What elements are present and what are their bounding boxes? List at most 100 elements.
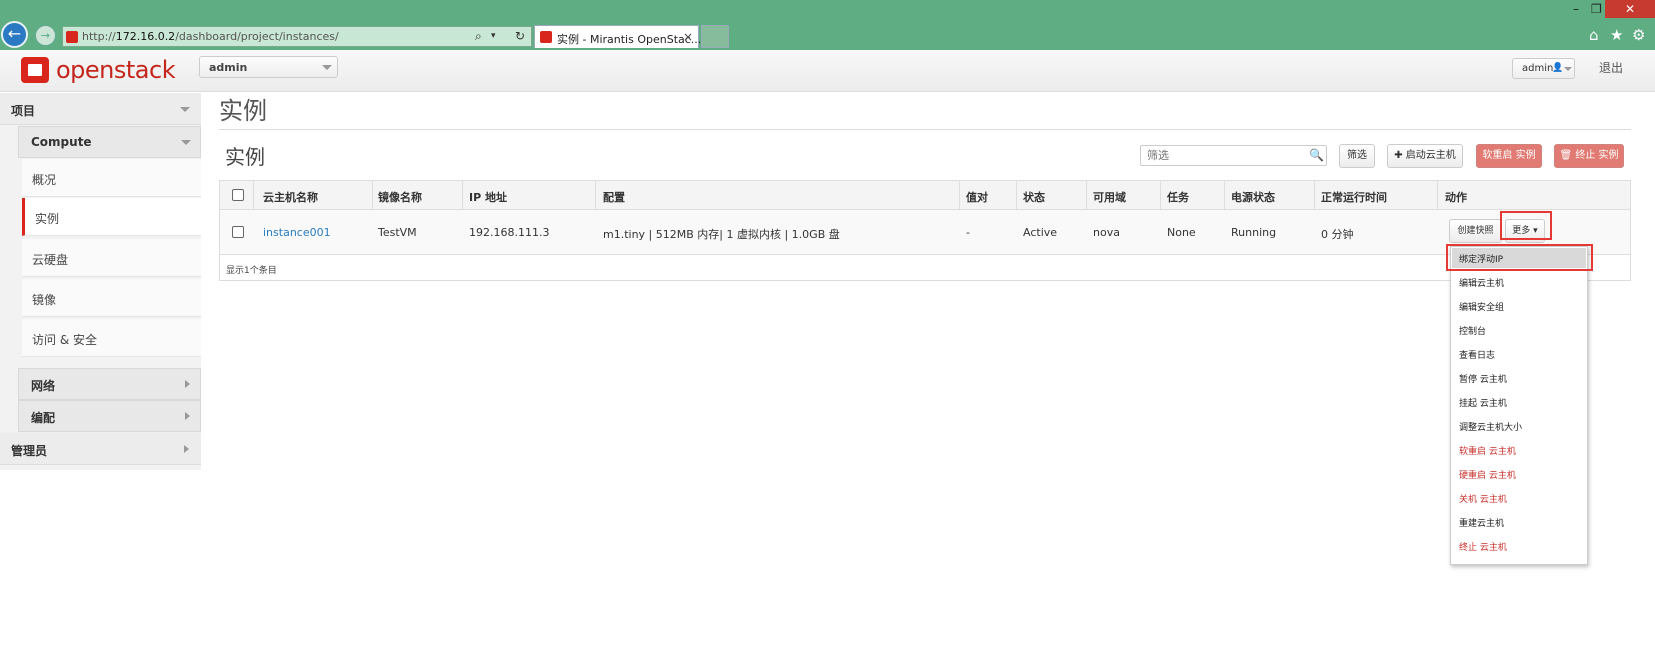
menu-item-suspend-instance[interactable]: 挂起 云主机 (1459, 396, 1507, 409)
sidebar-group-network[interactable]: 网络 (18, 368, 201, 400)
browser-chrome: ← → http://172.16.0.2/dashboard/project/… (0, 0, 1655, 50)
sidebar-item-images[interactable]: 镜像 (22, 279, 201, 317)
column-header[interactable]: 电源状态 (1231, 189, 1275, 205)
soft-reboot-instances-button[interactable]: 软重启 实例 (1476, 144, 1542, 168)
filter-button[interactable]: 筛选 (1339, 144, 1375, 168)
column-header: 动作 (1445, 191, 1467, 204)
row-checkbox[interactable] (232, 226, 244, 238)
tab-title: 实例 - Mirantis OpenStac... (557, 33, 702, 46)
sidebar-group-label: Compute (31, 135, 92, 149)
keypair: - (966, 226, 970, 239)
home-icon[interactable]: ⌂ (1589, 26, 1599, 44)
more-button-highlight (1500, 211, 1552, 240)
instance-status: Active (1023, 226, 1058, 239)
chevron-down-icon (322, 65, 332, 70)
sidebar-section-admin[interactable]: 管理员 (0, 433, 201, 465)
divider (219, 129, 1631, 130)
sidebar-section-label: 管理员 (11, 444, 48, 458)
project-select-value: admin (209, 61, 248, 74)
favorites-star-icon[interactable]: ★ (1610, 26, 1623, 44)
create-snapshot-button[interactable]: 创建快照 (1449, 219, 1502, 243)
back-button[interactable]: ← (1, 21, 28, 48)
browser-tab-active[interactable]: 实例 - Mirantis OpenStac... × (534, 25, 702, 48)
new-tab-button[interactable] (701, 25, 729, 48)
sidebar-group-label: 网络 (31, 379, 56, 393)
table-title: 实例 (225, 145, 265, 169)
forward-button[interactable]: → (35, 25, 56, 46)
url-host: 172.16.0.2 (115, 30, 176, 43)
column-header[interactable]: 状态 (1023, 189, 1045, 205)
filter-input[interactable] (1140, 145, 1327, 166)
address-bar[interactable]: http://172.16.0.2/dashboard/project/inst… (62, 26, 532, 47)
menu-item-highlight (1446, 244, 1593, 271)
chevron-down-icon (181, 140, 191, 145)
project-select[interactable]: admin (199, 56, 338, 78)
menu-item-edit-instance[interactable]: 编辑云主机 (1459, 276, 1504, 289)
tab-favicon-icon (540, 31, 552, 43)
image-name: TestVM (378, 226, 417, 239)
launch-instance-button[interactable]: ✚ 启动云主机 (1387, 144, 1463, 168)
column-header[interactable]: 可用域 (1093, 189, 1126, 205)
sidebar-item-label: 实例 (35, 212, 60, 226)
table-header: 云主机名称 镜像名称 IP 地址 配置 值对 状态 可用域 任务 电源状态 正常… (220, 181, 1630, 210)
menu-item-resize-instance[interactable]: 调整云主机大小 (1459, 420, 1522, 433)
flavor-summary: m1.tiny | 512MB 内存| 1 虚拟内核 | 1.0GB 盘 (603, 228, 840, 241)
menu-item-rebuild-instance[interactable]: 重建云主机 (1459, 516, 1504, 529)
table-row: instance001 TestVM 192.168.111.3 m1.tiny… (220, 210, 1630, 255)
openstack-logo-icon[interactable] (21, 57, 49, 83)
column-header[interactable]: 配置 (603, 189, 625, 205)
chevron-down-icon (1564, 67, 1572, 71)
column-header[interactable]: 云主机名称 (263, 189, 318, 205)
url-prefix: http:// (82, 30, 116, 43)
chevron-right-icon (184, 445, 189, 453)
sidebar-item-access-security[interactable]: 访问 & 安全 (22, 319, 201, 357)
sidebar-item-instances[interactable]: 实例 (22, 198, 201, 236)
window-close-button[interactable]: ✕ (1605, 0, 1655, 18)
refresh-icon[interactable]: ↻ (515, 29, 525, 43)
column-header[interactable]: 任务 (1167, 189, 1189, 205)
tab-close-icon[interactable]: × (683, 30, 693, 44)
column-header[interactable]: 镜像名称 (378, 189, 422, 205)
minimize-icon[interactable]: – (1573, 2, 1579, 16)
address-dropdown-icon[interactable]: ▾ (491, 31, 496, 41)
sidebar-group-orchestration[interactable]: 编配 (18, 400, 201, 432)
instance-name-link[interactable]: instance001 (263, 226, 331, 239)
sidebar: 项目 Compute 概况 实例 云硬盘 镜像 访问 & 安全 网络 编配 管理… (0, 93, 201, 470)
menu-item-terminate[interactable]: 终止 云主机 (1459, 540, 1507, 553)
address-search-icon[interactable]: ⌕ (475, 29, 482, 44)
sidebar-item-overview[interactable]: 概况 (22, 159, 201, 197)
uptime: 0 分钟 (1321, 228, 1354, 241)
menu-item-edit-security-groups[interactable]: 编辑安全组 (1459, 300, 1504, 313)
more-actions-menu: 绑定浮动IP 编辑云主机 编辑安全组 控制台 查看日志 暂停 云主机 挂起 云主… (1450, 246, 1588, 565)
select-all-checkbox[interactable] (232, 189, 244, 201)
chevron-down-icon (180, 107, 190, 112)
settings-gear-icon[interactable]: ⚙ (1632, 26, 1645, 44)
sidebar-section-project[interactable]: 项目 (0, 93, 201, 125)
instances-table: 云主机名称 镜像名称 IP 地址 配置 值对 状态 可用域 任务 电源状态 正常… (219, 180, 1631, 281)
column-header[interactable]: 正常运行时间 (1321, 189, 1387, 205)
menu-item-view-log[interactable]: 查看日志 (1459, 348, 1495, 361)
menu-item-soft-reboot[interactable]: 软重启 云主机 (1459, 444, 1516, 457)
page-title: 实例 (219, 97, 267, 125)
menu-item-console[interactable]: 控制台 (1459, 324, 1486, 337)
menu-item-hard-reboot[interactable]: 硬重启 云主机 (1459, 468, 1516, 481)
site-favicon-icon (66, 31, 78, 43)
url-path: /dashboard/project/instances/ (175, 30, 339, 43)
table-footer-count: 显示1个条目 (226, 266, 277, 276)
menu-item-shutoff[interactable]: 关机 云主机 (1459, 492, 1507, 505)
search-icon[interactable]: 🔍 (1309, 148, 1324, 162)
menu-item-pause-instance[interactable]: 暂停 云主机 (1459, 372, 1507, 385)
sidebar-item-volumes[interactable]: 云硬盘 (22, 239, 201, 277)
column-header[interactable]: 值对 (966, 189, 988, 205)
column-header[interactable]: IP 地址 (469, 189, 507, 205)
terminate-instances-button[interactable]: 🗑 终止 实例 (1554, 144, 1624, 168)
logo-text[interactable]: openstack (56, 56, 176, 84)
sidebar-section-label: 项目 (11, 104, 36, 118)
restore-icon[interactable]: ❐ (1591, 2, 1602, 16)
sidebar-group-compute[interactable]: Compute (18, 126, 201, 158)
user-name: admin (1522, 63, 1554, 74)
availability-zone: nova (1093, 226, 1120, 239)
user-menu-button[interactable]: admin 👤 (1512, 58, 1575, 79)
logout-link[interactable]: 退出 (1599, 59, 1623, 76)
sidebar-item-label: 云硬盘 (32, 253, 69, 267)
